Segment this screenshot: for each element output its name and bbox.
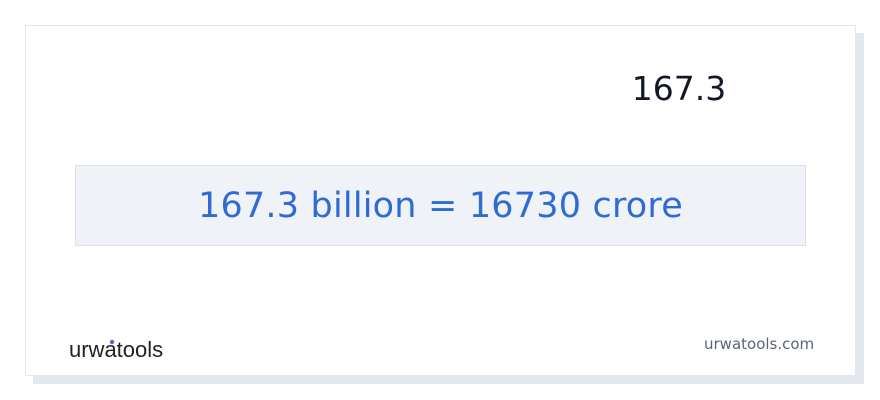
result-text: 167.3 billion = 16730 crore: [198, 185, 683, 226]
site-url[interactable]: urwatools.com: [704, 335, 814, 353]
page: 167.3 167.3 billion = 16730 crore urwato…: [0, 0, 880, 400]
logo-wordmark: urwatools: [69, 337, 163, 361]
logo-text: urwatools: [69, 337, 163, 361]
logo-accent-dot: [109, 339, 115, 345]
converter-card: 167.3 167.3 billion = 16730 crore urwato…: [25, 25, 856, 376]
input-value: 167.3: [631, 69, 727, 108]
result-box: 167.3 billion = 16730 crore: [75, 165, 806, 246]
urwatools-logo: urwatools: [69, 337, 199, 361]
